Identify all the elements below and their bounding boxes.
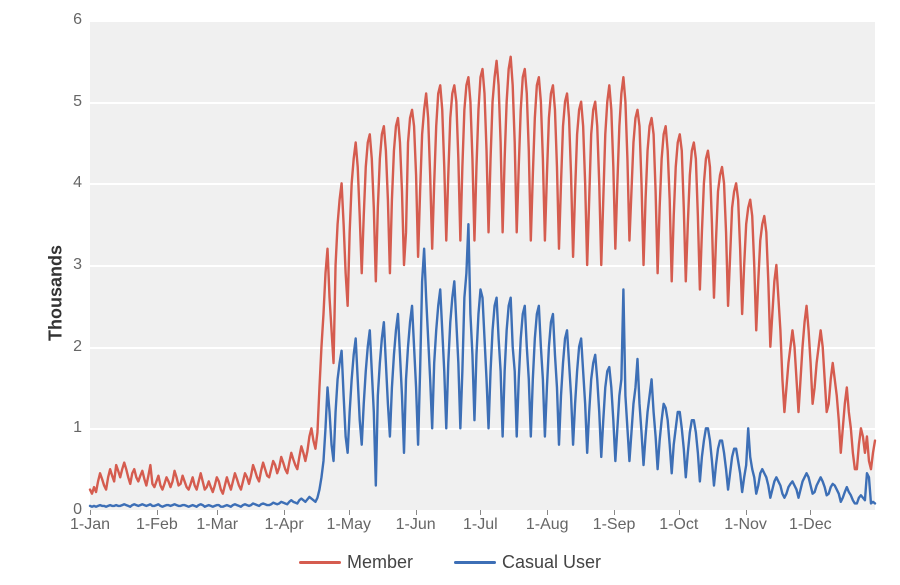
x-tick-label: 1-Apr bbox=[265, 516, 304, 534]
chart-lines bbox=[90, 20, 875, 510]
gridline bbox=[90, 510, 875, 512]
x-tick-label: 1-Jul bbox=[463, 516, 498, 534]
x-tick-mark bbox=[217, 510, 218, 515]
x-tick-label: 1-May bbox=[327, 516, 371, 534]
x-tick-label: 1-Mar bbox=[196, 516, 238, 534]
series-line-casual-user bbox=[90, 224, 875, 507]
legend-label: Casual User bbox=[502, 552, 601, 573]
x-tick-mark bbox=[157, 510, 158, 515]
series-line-member bbox=[90, 57, 875, 494]
x-tick-mark bbox=[746, 510, 747, 515]
x-tick-mark bbox=[416, 510, 417, 515]
x-tick-label: 1-Nov bbox=[724, 516, 767, 534]
x-tick-mark bbox=[284, 510, 285, 515]
y-tick-label: 5 bbox=[52, 93, 82, 111]
y-tick-label: 1 bbox=[52, 419, 82, 437]
x-tick-label: 1-Jan bbox=[70, 516, 110, 534]
legend-swatch bbox=[299, 561, 341, 564]
legend-swatch bbox=[454, 561, 496, 564]
x-tick-label: 1-Sep bbox=[593, 516, 636, 534]
x-tick-label: 1-Feb bbox=[136, 516, 178, 534]
y-tick-label: 3 bbox=[52, 256, 82, 274]
x-tick-mark bbox=[679, 510, 680, 515]
x-tick-mark bbox=[349, 510, 350, 515]
x-tick-mark bbox=[810, 510, 811, 515]
legend-item-casual-user: Casual User bbox=[454, 552, 601, 573]
x-tick-label: 1-Dec bbox=[789, 516, 832, 534]
x-tick-label: 1-Jun bbox=[396, 516, 436, 534]
chart-container: Thousands 0123456 1-Jan1-Feb1-Mar1-Apr1-… bbox=[0, 0, 900, 585]
y-tick-label: 6 bbox=[52, 11, 82, 29]
x-tick-mark bbox=[480, 510, 481, 515]
legend-label: Member bbox=[347, 552, 413, 573]
plot-area bbox=[90, 20, 875, 510]
legend-item-member: Member bbox=[299, 552, 413, 573]
x-tick-mark bbox=[90, 510, 91, 515]
x-tick-mark bbox=[547, 510, 548, 515]
x-tick-label: 1-Aug bbox=[526, 516, 569, 534]
x-tick-label: 1-Oct bbox=[659, 516, 698, 534]
y-tick-label: 4 bbox=[52, 174, 82, 192]
x-tick-mark bbox=[614, 510, 615, 515]
chart-legend: Member Casual User bbox=[0, 548, 900, 573]
y-tick-label: 2 bbox=[52, 338, 82, 356]
